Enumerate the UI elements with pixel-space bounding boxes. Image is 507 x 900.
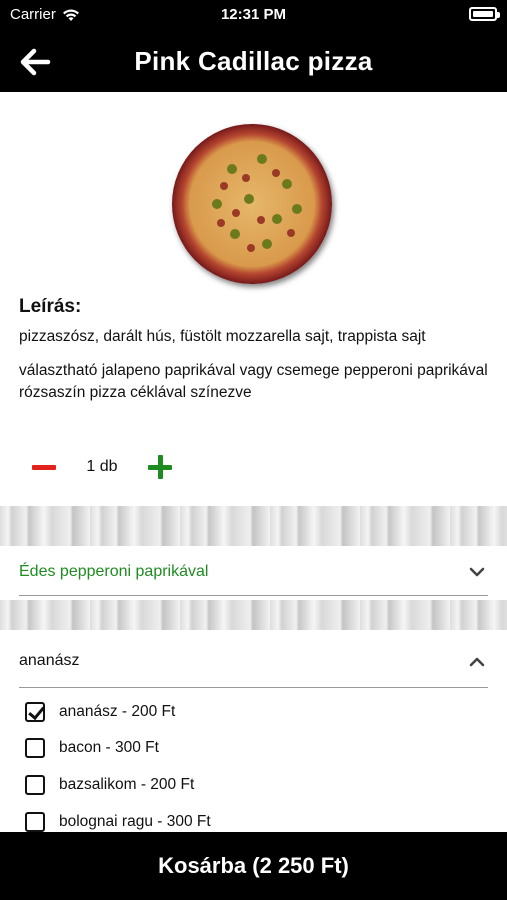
quantity-value: 1 db bbox=[86, 458, 118, 475]
extra-option-label: ananász - 200 Ft bbox=[59, 703, 176, 720]
description-section: Leírás: pizzaszósz, darált hús, füstölt … bbox=[19, 296, 489, 404]
add-to-cart-button[interactable]: Kosárba (2 250 Ft) bbox=[0, 832, 507, 900]
description-color-note: rózsaszín pizza céklával színezve bbox=[19, 384, 252, 401]
status-bar: Carrier 12:31 PM bbox=[0, 0, 507, 30]
chevron-down-icon bbox=[469, 567, 485, 577]
divider bbox=[19, 595, 488, 596]
extra-option-bolognai-ragu[interactable]: bolognai ragu - 300 Ft bbox=[25, 810, 211, 834]
checkbox[interactable] bbox=[25, 738, 45, 758]
extra-option-label: bolognai ragu - 300 Ft bbox=[59, 813, 211, 830]
minus-icon[interactable] bbox=[30, 453, 58, 481]
battery-icon bbox=[469, 7, 500, 21]
page-title: Pink Cadillac pizza bbox=[134, 45, 373, 76]
description-option-note: választható jalapeno paprikával vagy cse… bbox=[19, 362, 488, 379]
quantity-stepper: 1 db bbox=[30, 450, 190, 484]
extra-option-label: bacon - 300 Ft bbox=[59, 739, 159, 756]
checkbox[interactable] bbox=[25, 775, 45, 795]
extra-option-ananasz[interactable]: ananász - 200 Ft bbox=[25, 700, 175, 724]
description-ingredients: pizzaszósz, darált hús, füstölt mozzarel… bbox=[19, 328, 426, 345]
divider bbox=[19, 687, 488, 688]
top-bar: Carrier 12:31 PM Pink Cadillac pizza bbox=[0, 0, 507, 92]
extra-option-label: bazsalikom - 200 Ft bbox=[59, 776, 195, 793]
extras-header[interactable]: ananász bbox=[19, 652, 80, 670]
plus-icon[interactable] bbox=[146, 453, 174, 481]
checkbox[interactable] bbox=[25, 812, 45, 832]
extra-option-bacon[interactable]: bacon - 300 Ft bbox=[25, 736, 159, 760]
product-image-container bbox=[172, 124, 336, 288]
extra-option-bazsalikom[interactable]: bazsalikom - 200 Ft bbox=[25, 773, 194, 797]
checkbox-checked[interactable] bbox=[25, 702, 45, 722]
arrow-left-icon[interactable] bbox=[20, 48, 52, 76]
status-time: 12:31 PM bbox=[220, 6, 287, 23]
nav-bar: Pink Cadillac pizza bbox=[0, 30, 507, 92]
extras-section: ananász ananász - 200 Ft bacon - 300 Ft … bbox=[0, 630, 507, 832]
description-heading: Leírás: bbox=[19, 296, 82, 317]
variant-selected-label: Édes pepperoni paprikával bbox=[19, 563, 209, 580]
wood-divider bbox=[0, 600, 507, 630]
variant-dropdown[interactable]: Édes pepperoni paprikával bbox=[0, 546, 507, 600]
wood-divider bbox=[0, 506, 507, 546]
pizza-image bbox=[172, 124, 332, 284]
chevron-up-icon[interactable] bbox=[469, 654, 485, 670]
